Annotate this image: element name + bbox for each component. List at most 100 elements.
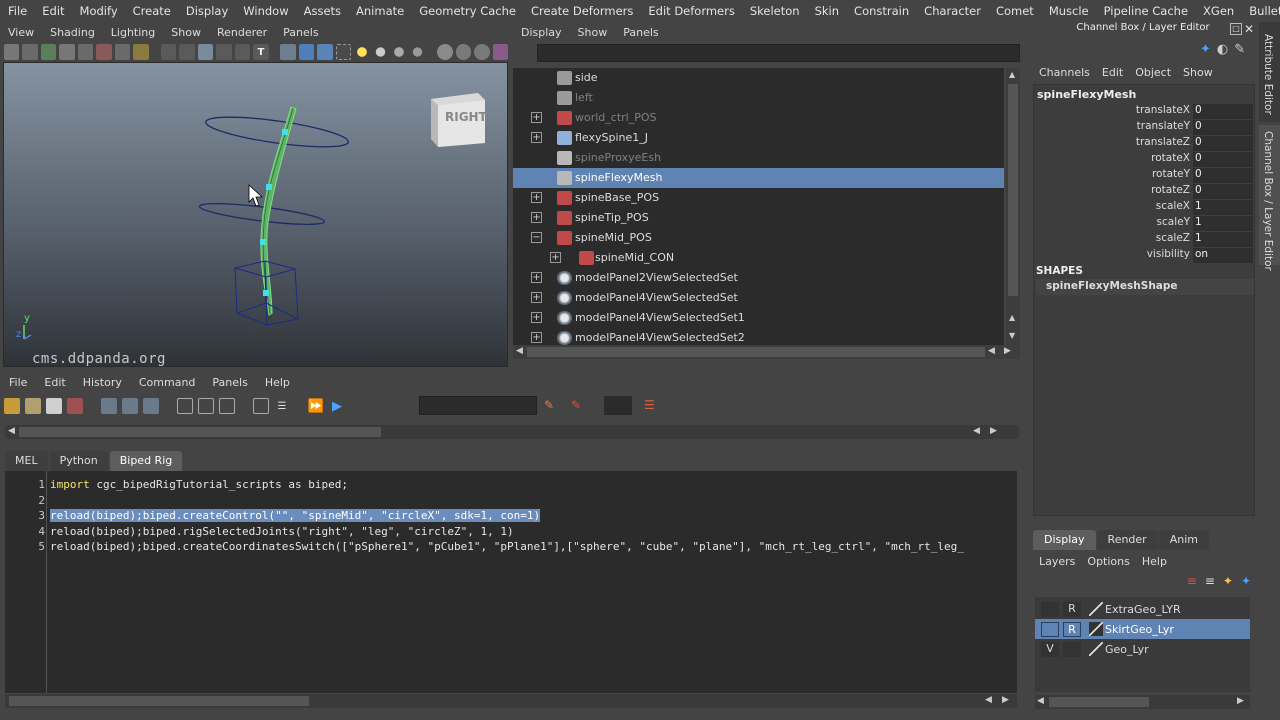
scroll-up-icon[interactable]: ▲	[1009, 313, 1015, 322]
tab-mel[interactable]: MEL	[5, 451, 48, 471]
expand-icon[interactable]: +	[531, 292, 542, 303]
color-swatch-icon[interactable]	[1089, 622, 1103, 636]
menu-animate[interactable]: Animate	[348, 4, 411, 18]
layer-tab-render[interactable]: Render	[1096, 530, 1158, 550]
channel-menu-show[interactable]: Show	[1177, 66, 1219, 79]
tab-biped-rig[interactable]: Biped Rig	[109, 451, 183, 471]
outliner-item[interactable]: + world_ctrl_POS	[513, 108, 1004, 128]
menu-xgen[interactable]: XGen	[1195, 4, 1241, 18]
menu-create[interactable]: Create	[125, 4, 178, 18]
layer-row[interactable]: R SkirtGeo_Lyr	[1035, 619, 1250, 639]
menu-comet[interactable]: Comet	[988, 4, 1041, 18]
layer-horizontal-scrollbar[interactable]: ◀ ▶	[1035, 695, 1250, 709]
smooth-shade-icon[interactable]	[179, 44, 195, 60]
ambient-occlusion-icon[interactable]	[409, 44, 426, 60]
collapse-icon[interactable]: −	[531, 232, 542, 243]
show-tooltip-icon[interactable]: ☰	[644, 398, 655, 412]
menu-create-deformers[interactable]: Create Deformers	[523, 4, 640, 18]
code-line[interactable]: import cgc_bipedRigTutorial_scripts as b…	[50, 478, 348, 491]
outliner-item[interactable]: + spineBase_POS	[513, 188, 1004, 208]
sphere-icon[interactable]	[372, 44, 389, 60]
layer-tab-anim[interactable]: Anim	[1158, 530, 1209, 550]
visibility-toggle[interactable]: V	[1041, 642, 1059, 657]
save-icon[interactable]	[46, 398, 62, 414]
scroll-right-icon[interactable]: ▶	[1002, 695, 1009, 705]
goto-line-field[interactable]	[604, 396, 632, 415]
scroll-right-icon[interactable]: ▶	[1237, 696, 1244, 706]
scroll-left-icon[interactable]: ◀	[988, 346, 995, 356]
scroll-left-icon[interactable]: ◀	[8, 426, 15, 436]
line-numbers-icon[interactable]: ☰	[274, 398, 290, 414]
code-line[interactable]: reload(biped);biped.createControl("", "s…	[50, 509, 541, 522]
clear-history-icon[interactable]	[101, 398, 117, 414]
menu-assets[interactable]: Assets	[296, 4, 348, 18]
menu-skeleton[interactable]: Skeleton	[742, 4, 807, 18]
light-bulb-icon[interactable]	[354, 44, 370, 60]
channel-menu-edit[interactable]: Edit	[1096, 66, 1129, 79]
outliner-vertical-scrollbar[interactable]: ▲ ▲ ▼	[1006, 68, 1020, 345]
outliner-item[interactable]: spineFlexyMesh	[513, 168, 1004, 188]
attribute-value-field[interactable]: 1	[1193, 200, 1253, 215]
attribute-value-field[interactable]: 0	[1193, 120, 1253, 135]
scroll-thumb[interactable]	[19, 427, 381, 437]
color-swatch-icon[interactable]	[1089, 642, 1103, 656]
multisample-icon[interactable]	[455, 44, 472, 60]
textured-icon[interactable]	[216, 44, 232, 60]
scroll-left-icon[interactable]: ◀	[985, 695, 992, 705]
outliner-item[interactable]: + spineMid_CON	[513, 248, 1004, 268]
color-swatch-icon[interactable]	[1089, 602, 1103, 616]
isolate-select-icon[interactable]	[280, 44, 296, 60]
attribute-value-field[interactable]: on	[1193, 248, 1253, 263]
attribute-value-field[interactable]: 0	[1193, 184, 1253, 199]
layer-menu-help[interactable]: Help	[1136, 555, 1173, 568]
menu-skin[interactable]: Skin	[807, 4, 846, 18]
expand-icon[interactable]: +	[550, 252, 561, 263]
depth-of-field-icon[interactable]	[474, 44, 490, 60]
expand-icon[interactable]: +	[531, 112, 542, 123]
search-replace-icon[interactable]: ✎	[544, 398, 554, 412]
menu-constrain[interactable]: Constrain	[846, 4, 916, 18]
script-menu-edit[interactable]: Edit	[35, 376, 73, 389]
new-empty-layer-icon[interactable]: ✦	[1223, 574, 1233, 592]
wireframe-on-shaded-icon[interactable]	[197, 44, 214, 60]
menu-geometry-cache[interactable]: Geometry Cache	[411, 4, 523, 18]
clear-all-icon[interactable]	[143, 398, 159, 414]
code-horizontal-scrollbar[interactable]: ◀ ▶	[5, 694, 1017, 708]
outliner-item[interactable]: + modelPanel4ViewSelectedSet2	[513, 328, 1004, 345]
layer-editor-toggle-icon[interactable]: ◐	[1217, 42, 1228, 60]
layer-tab-display[interactable]: Display	[1033, 530, 1096, 550]
camera-attributes-icon[interactable]	[22, 44, 38, 60]
outliner-item[interactable]: side	[513, 68, 1004, 88]
channel-attribute-row[interactable]: visibility on	[1034, 248, 1254, 264]
execute-icon[interactable]: ▶	[329, 398, 345, 414]
menu-window[interactable]: Window	[235, 4, 295, 18]
channel-attribute-row[interactable]: rotateX 0	[1034, 152, 1254, 168]
attribute-value-field[interactable]: 0	[1193, 152, 1253, 167]
scroll-left-icon[interactable]: ◀	[973, 426, 980, 436]
hud-icon[interactable]	[492, 44, 509, 60]
save-to-shelf-icon[interactable]	[67, 398, 83, 414]
outliner-menu-display[interactable]: Display	[513, 26, 570, 39]
resolution-gate-icon[interactable]	[114, 44, 131, 60]
outliner-item[interactable]: + modelPanel4ViewSelectedSet	[513, 288, 1004, 308]
scroll-thumb[interactable]	[1008, 84, 1018, 296]
show-both-icon[interactable]	[219, 398, 235, 414]
channel-attribute-row[interactable]: scaleZ 1	[1034, 232, 1254, 248]
motion-blur-icon[interactable]	[437, 44, 453, 60]
channel-box-toggle-icon[interactable]: ✦	[1200, 42, 1211, 60]
film-gate-icon[interactable]	[96, 44, 112, 60]
open-folder-icon[interactable]	[4, 398, 20, 414]
visibility-toggle[interactable]	[1041, 622, 1059, 637]
history-scrollbar[interactable]: ◀ ◀ ▶	[5, 425, 1019, 439]
layer-row[interactable]: V Geo_Lyr	[1035, 639, 1250, 659]
script-menu-panels[interactable]: Panels	[203, 376, 255, 389]
scroll-thumb[interactable]	[527, 347, 985, 357]
lights-icon[interactable]	[234, 44, 251, 60]
attribute-value-field[interactable]: 1	[1193, 232, 1253, 247]
menu-file[interactable]: File	[0, 4, 34, 18]
scroll-up-icon[interactable]: ▲	[1009, 70, 1015, 79]
attribute-value-field[interactable]: 1	[1193, 216, 1253, 231]
expand-icon[interactable]: +	[531, 192, 542, 203]
display-type-toggle[interactable]	[1063, 642, 1081, 657]
view-cube[interactable]: RIGHT	[428, 91, 487, 147]
